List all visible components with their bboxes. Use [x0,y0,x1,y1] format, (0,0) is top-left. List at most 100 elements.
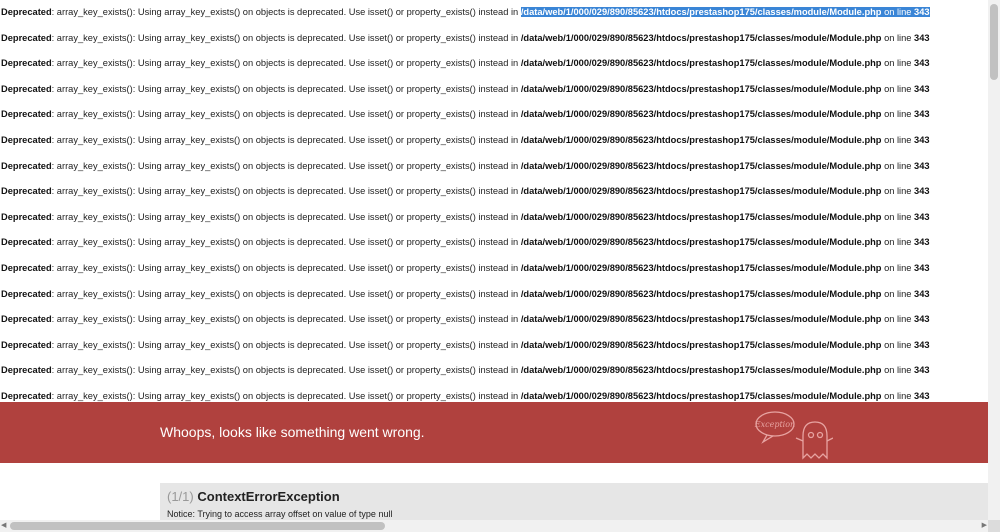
deprecation-on-line: on line [881,58,915,69]
error-message: Whoops, looks like something went wrong. [160,424,425,440]
deprecation-message: : array_key_exists(): Using array_key_ex… [51,58,521,69]
deprecation-on-line: on line [881,262,915,273]
deprecation-file: /data/web/1/000/029/890/85623/htdocs/pre… [520,288,882,299]
deprecation-line: Deprecated: array_key_exists(): Using ar… [0,26,988,52]
deprecation-on-line: on line [881,211,915,222]
deprecation-message: : array_key_exists(): Using array_key_ex… [51,211,521,222]
deprecation-file: /data/web/1/000/029/890/85623/htdocs/pre… [520,134,882,145]
deprecation-line: Deprecated: array_key_exists(): Using ar… [0,179,988,205]
deprecation-line: Deprecated: array_key_exists(): Using ar… [0,77,988,103]
deprecation-line-number: 343 [914,109,930,120]
deprecation-file: /data/web/1/000/029/890/85623/htdocs/pre… [520,186,882,197]
scroll-left-arrow-icon[interactable]: ◀ [1,522,6,530]
deprecation-on-line: on line [881,390,915,401]
vertical-scrollbar[interactable] [988,0,1000,520]
deprecation-on-line: on line [881,32,915,43]
horizontal-scrollbar[interactable]: ◀ ▶ [0,520,988,532]
deprecation-file: /data/web/1/000/029/890/85623/htdocs/pre… [520,314,882,325]
deprecation-file: /data/web/1/000/029/890/85623/htdocs/pre… [520,237,882,248]
deprecation-file: /data/web/1/000/029/890/85623/htdocs/pre… [520,160,882,171]
deprecation-level: Deprecated [1,211,52,222]
deprecation-level: Deprecated [1,314,52,325]
deprecation-line-number: 343 [914,339,930,350]
deprecation-line: Deprecated: array_key_exists(): Using ar… [0,205,988,231]
deprecation-line: Deprecated: array_key_exists(): Using ar… [0,333,988,359]
deprecation-list: Deprecated: array_key_exists(): Using ar… [0,0,988,410]
deprecation-level: Deprecated [1,134,52,145]
exception-name: ContextErrorException [197,489,340,504]
deprecation-on-line: on line [881,365,915,376]
deprecation-on-line: on line [881,109,915,120]
scroll-right-arrow-icon[interactable]: ▶ [982,522,987,530]
vertical-scroll-thumb[interactable] [990,4,998,80]
deprecation-line-number: 343 [914,211,930,222]
deprecation-level: Deprecated [1,7,52,17]
deprecation-file: /data/web/1/000/029/890/85623/htdocs/pre… [520,32,882,43]
deprecation-level: Deprecated [1,237,52,248]
deprecation-message: : array_key_exists(): Using array_key_ex… [51,160,521,171]
deprecation-message: : array_key_exists(): Using array_key_ex… [51,314,521,325]
deprecation-line: Deprecated: array_key_exists(): Using ar… [0,128,988,154]
deprecation-on-line: on line [881,186,915,197]
deprecation-line-number: 343 [914,262,930,273]
deprecation-message: : array_key_exists(): Using array_key_ex… [51,390,521,401]
deprecation-message: : array_key_exists(): Using array_key_ex… [51,365,521,376]
deprecation-line: Deprecated: array_key_exists(): Using ar… [0,154,988,180]
deprecation-message: : array_key_exists(): Using array_key_ex… [51,237,521,248]
deprecation-level: Deprecated [1,186,52,197]
deprecation-file: /data/web/1/000/029/890/85623/htdocs/pre… [520,83,882,94]
deprecation-file: /data/web/1/000/029/890/85623/htdocs/pre… [520,365,882,376]
deprecation-line-number: 343 [914,160,930,171]
deprecation-level: Deprecated [1,109,52,120]
deprecation-line: Deprecated: array_key_exists(): Using ar… [0,256,988,282]
deprecation-line-number: 343 [914,237,930,248]
deprecation-level: Deprecated [1,160,52,171]
deprecation-message: : array_key_exists(): Using array_key_ex… [51,109,521,120]
deprecation-line-number: 343 [914,7,930,17]
deprecation-message: : array_key_exists(): Using array_key_ex… [51,262,521,273]
deprecation-line-number: 343 [914,134,930,145]
exception-count: (1/1) [167,489,194,504]
deprecation-message: : array_key_exists(): Using array_key_ex… [51,339,521,350]
deprecation-level: Deprecated [1,288,52,299]
deprecation-on-line: on line [881,288,915,299]
deprecation-line-number: 343 [914,314,930,325]
deprecation-line: Deprecated: array_key_exists(): Using ar… [0,358,988,384]
deprecation-file: /data/web/1/000/029/890/85623/htdocs/pre… [520,339,882,350]
deprecation-file: /data/web/1/000/029/890/85623/htdocs/pre… [520,7,882,17]
deprecation-line-number: 343 [914,365,930,376]
mascot-label: Exception [754,420,795,429]
deprecation-line: Deprecated: array_key_exists(): Using ar… [0,0,988,26]
deprecation-message: : array_key_exists(): Using array_key_ex… [51,32,521,43]
exception-notice: Notice: Trying to access array offset on… [167,509,393,519]
deprecation-level: Deprecated [1,262,52,273]
deprecation-message: : array_key_exists(): Using array_key_ex… [51,134,521,145]
error-banner: Whoops, looks like something went wrong.… [0,402,988,463]
deprecation-file: /data/web/1/000/029/890/85623/htdocs/pre… [520,262,882,273]
deprecation-line-number: 343 [914,390,930,401]
deprecation-line-number: 343 [914,288,930,299]
deprecation-message: : array_key_exists(): Using array_key_ex… [51,288,521,299]
deprecation-line: Deprecated: array_key_exists(): Using ar… [0,102,988,128]
deprecation-level: Deprecated [1,58,52,69]
deprecation-message: : array_key_exists(): Using array_key_ex… [51,83,521,94]
deprecation-file: /data/web/1/000/029/890/85623/htdocs/pre… [520,109,882,120]
deprecation-on-line: on line [881,83,915,94]
deprecation-level: Deprecated [1,339,52,350]
deprecation-file: /data/web/1/000/029/890/85623/htdocs/pre… [520,211,882,222]
deprecation-line-number: 343 [914,83,930,94]
deprecation-on-line: on line [881,339,915,350]
exception-ghost-icon: Exception [754,411,833,460]
deprecation-line: Deprecated: array_key_exists(): Using ar… [0,307,988,333]
deprecation-line: Deprecated: array_key_exists(): Using ar… [0,51,988,77]
deprecation-on-line: on line [881,7,915,17]
deprecation-line: Deprecated: array_key_exists(): Using ar… [0,282,988,308]
deprecation-line: Deprecated: array_key_exists(): Using ar… [0,230,988,256]
deprecation-message: : array_key_exists(): Using array_key_ex… [51,186,521,197]
horizontal-scroll-thumb[interactable] [10,522,385,530]
deprecation-level: Deprecated [1,32,52,43]
deprecation-message: : array_key_exists(): Using array_key_ex… [51,7,521,17]
deprecation-line-number: 343 [914,58,930,69]
deprecation-file: /data/web/1/000/029/890/85623/htdocs/pre… [520,58,882,69]
deprecation-file: /data/web/1/000/029/890/85623/htdocs/pre… [520,390,882,401]
